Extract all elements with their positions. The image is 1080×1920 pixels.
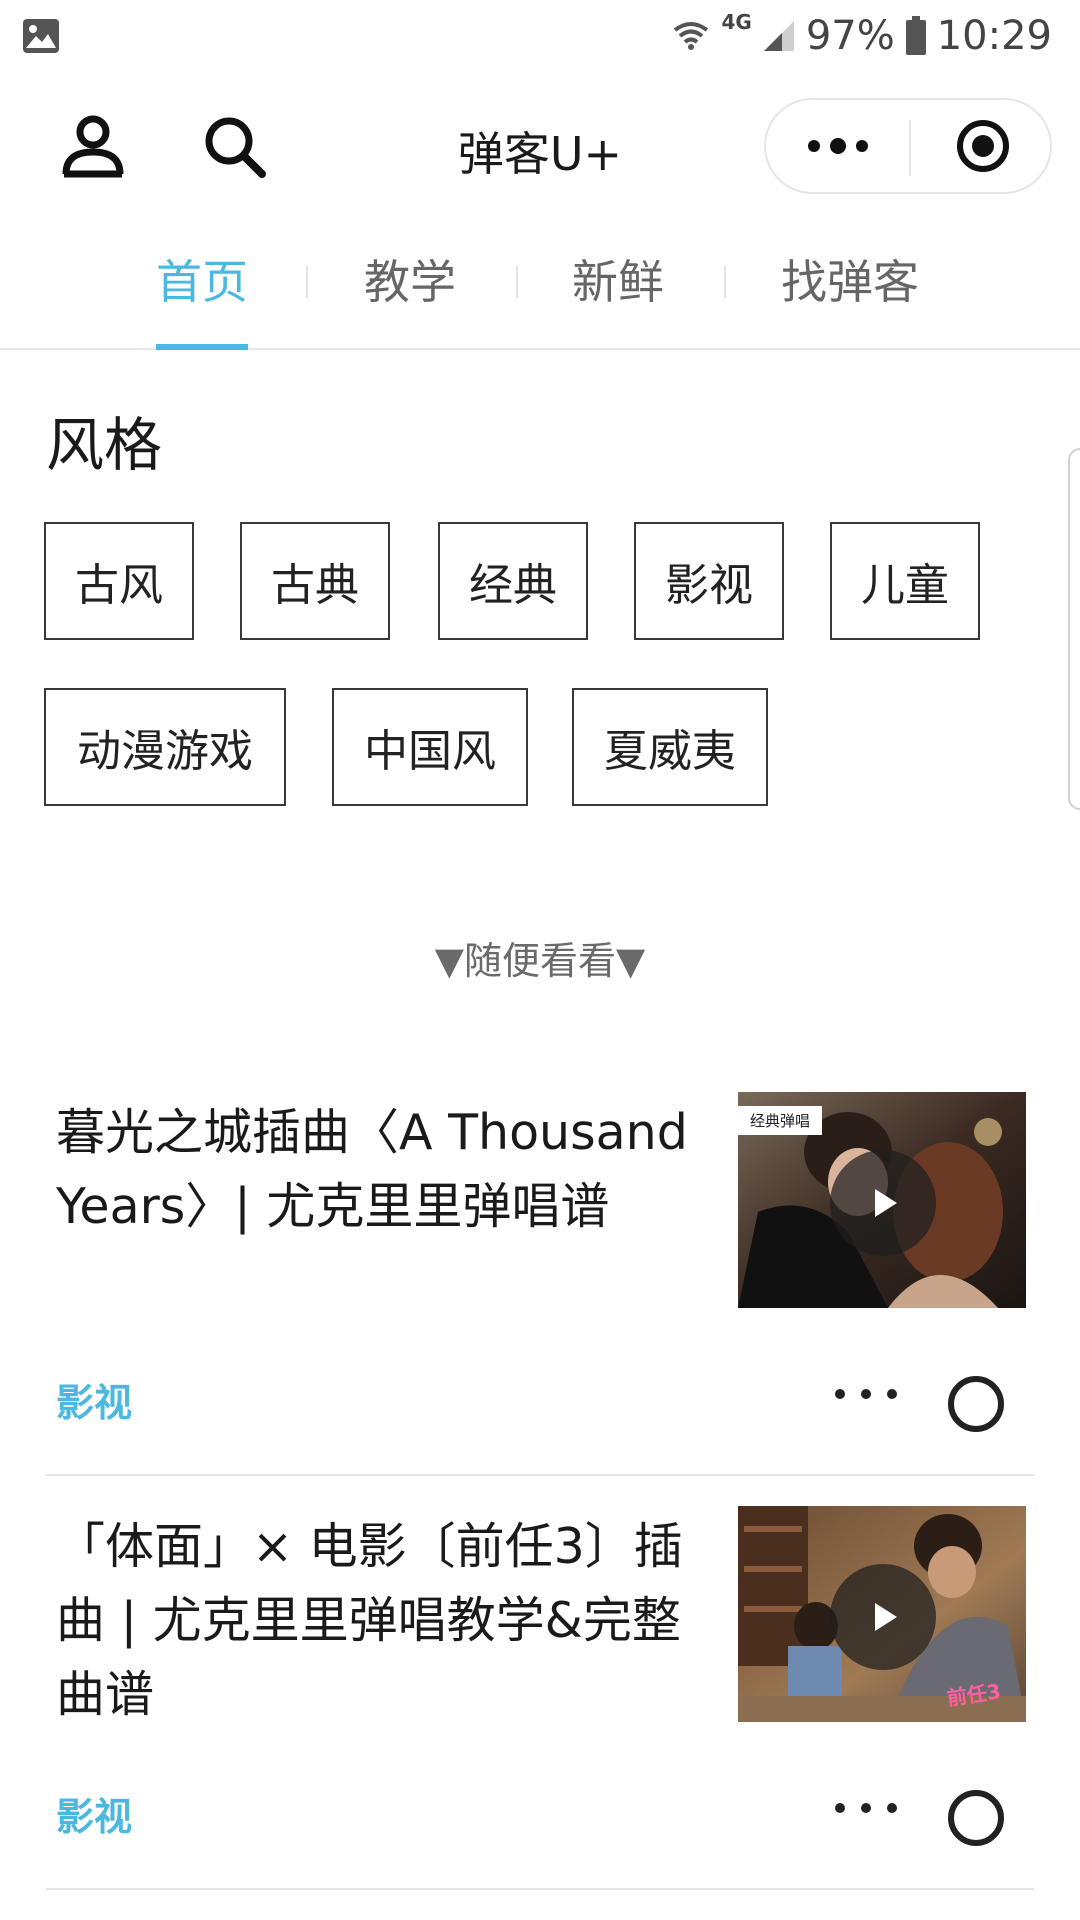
favorite-circle-icon[interactable] xyxy=(948,1376,1004,1432)
style-tag[interactable]: 夏威夷 xyxy=(572,688,768,806)
video-thumbnail[interactable]: 经典弹唱 xyxy=(738,1092,1026,1308)
list-item[interactable]: 「体面」× 电影〔前任3〕插曲 | 尤克里里弹唱教学&完整曲谱 前任3 影视 xyxy=(46,1506,1034,1890)
tab-fresh[interactable]: 新鲜 xyxy=(572,246,664,350)
section-title-styles: 风格 xyxy=(46,411,163,479)
play-icon xyxy=(830,1150,936,1256)
tab-separator xyxy=(724,266,726,298)
tab-label: 新鲜 xyxy=(572,255,664,309)
tab-home[interactable]: 首页 xyxy=(156,246,248,350)
miniprogram-capsule xyxy=(764,98,1052,194)
style-tag[interactable]: 古风 xyxy=(44,522,194,640)
status-bar: 4G 97% 10:29 xyxy=(0,0,1080,72)
tab-separator xyxy=(516,266,518,298)
close-miniprogram-button[interactable] xyxy=(911,100,1054,196)
style-tag[interactable]: 古典 xyxy=(240,522,390,640)
item-divider xyxy=(46,1888,1034,1890)
clock: 10:29 xyxy=(936,13,1052,59)
browse-more-label: ▼随便看看▼ xyxy=(434,939,646,983)
network-type-label: 4G xyxy=(721,10,752,34)
style-tag[interactable]: 影视 xyxy=(634,522,784,640)
style-tag[interactable]: 儿童 xyxy=(830,522,980,640)
more-options-icon[interactable] xyxy=(832,1798,902,1838)
signal-icon xyxy=(762,19,796,53)
video-thumbnail[interactable]: 前任3 xyxy=(738,1506,1026,1722)
thumbnail-badge: 经典弹唱 xyxy=(738,1106,823,1135)
wifi-icon xyxy=(671,16,711,56)
item-divider xyxy=(46,1474,1034,1476)
side-scroll-handle[interactable] xyxy=(1068,448,1080,810)
tab-label: 首页 xyxy=(156,255,248,309)
play-icon xyxy=(830,1564,936,1670)
tab-label: 找弹客 xyxy=(781,255,919,309)
style-tag[interactable]: 动漫游戏 xyxy=(44,688,286,806)
more-dots-icon xyxy=(806,136,870,160)
app-header: 弹客U+ xyxy=(0,84,1080,208)
tab-bar: 首页 教学 新鲜 找弹客 xyxy=(0,246,1080,350)
category-label[interactable]: 影视 xyxy=(56,1372,132,1427)
tab-find-players[interactable]: 找弹客 xyxy=(780,246,920,350)
target-circle-icon xyxy=(955,118,1011,178)
style-tag[interactable]: 经典 xyxy=(438,522,588,640)
more-options-icon[interactable] xyxy=(832,1384,902,1424)
tab-separator xyxy=(306,266,308,298)
tab-teaching[interactable]: 教学 xyxy=(364,246,456,350)
status-indicators: 4G 97% 10:29 xyxy=(671,10,1052,62)
item-title: 「体面」× 电影〔前任3〕插曲 | 尤克里里弹唱教学&完整曲谱 xyxy=(56,1518,683,1723)
item-title: 暮光之城插曲〈A Thousand Years〉| 尤克里里弹唱谱 xyxy=(56,1104,688,1235)
gallery-notification-icon xyxy=(22,18,60,54)
battery-icon xyxy=(905,16,927,56)
tab-label: 教学 xyxy=(364,255,456,309)
more-button[interactable] xyxy=(766,100,909,196)
battery-percent: 97% xyxy=(805,13,895,59)
list-item[interactable]: 暮光之城插曲〈A Thousand Years〉| 尤克里里弹唱谱 经典弹唱 影… xyxy=(46,1092,1034,1476)
style-tag[interactable]: 中国风 xyxy=(332,688,528,806)
active-tab-underline xyxy=(156,344,248,350)
favorite-circle-icon[interactable] xyxy=(948,1790,1004,1846)
category-label[interactable]: 影视 xyxy=(56,1786,132,1841)
